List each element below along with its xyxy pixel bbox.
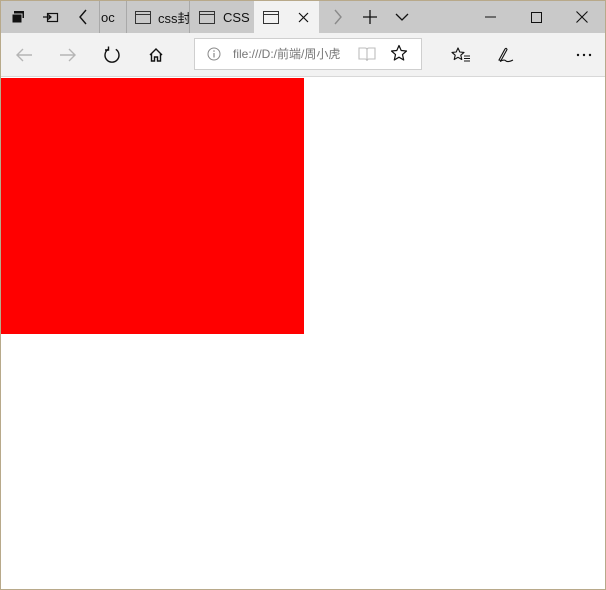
address-bar[interactable]: file:///D:/前端/周小虎 [194,38,422,70]
page-content [1,78,605,589]
tab-scroll-left-icon[interactable] [68,1,98,33]
tab-page-icon [135,10,151,24]
red-box [1,78,304,334]
tab-label: oc [101,9,115,25]
set-tabs-aside-icon[interactable] [36,1,66,33]
tab-preview-chevron-icon[interactable] [387,1,417,33]
tab-page-icon [199,10,215,24]
tab-css-feng[interactable]: css封 [126,1,189,33]
tab-label: css封 [158,10,189,26]
close-window-icon[interactable] [559,1,605,33]
tab-css[interactable]: CSS [189,1,254,33]
web-note-pen-icon[interactable] [487,37,523,73]
home-icon[interactable] [138,37,174,73]
tab-oc[interactable]: oc [99,1,126,33]
tab-manager-icon[interactable] [3,1,33,33]
navigation-bar: file:///D:/前端/周小虎 [1,33,605,77]
url-text[interactable]: file:///D:/前端/周小虎 [233,39,345,69]
tab-scroll-right-icon[interactable] [323,1,353,33]
favorites-hub-icon[interactable] [443,37,479,73]
tab-active[interactable] [254,1,319,33]
more-menu-icon[interactable] [566,37,602,73]
minimize-icon[interactable] [467,1,513,33]
info-icon[interactable] [207,47,221,61]
refresh-icon[interactable] [94,37,130,73]
back-arrow-icon[interactable] [6,37,42,73]
tab-label: CSS [223,9,250,25]
tab-page-icon [263,10,279,24]
forward-arrow-icon[interactable] [50,37,86,73]
close-tab-icon[interactable] [298,12,309,23]
maximize-icon[interactable] [513,1,559,33]
reading-view-icon[interactable] [358,46,376,62]
new-tab-icon[interactable] [355,1,385,33]
browser-window: oc css封 CSS file:///D:/前端/周小虎 [0,0,606,590]
tab-bar: oc css封 CSS [1,1,605,33]
favorite-star-icon[interactable] [390,44,408,62]
